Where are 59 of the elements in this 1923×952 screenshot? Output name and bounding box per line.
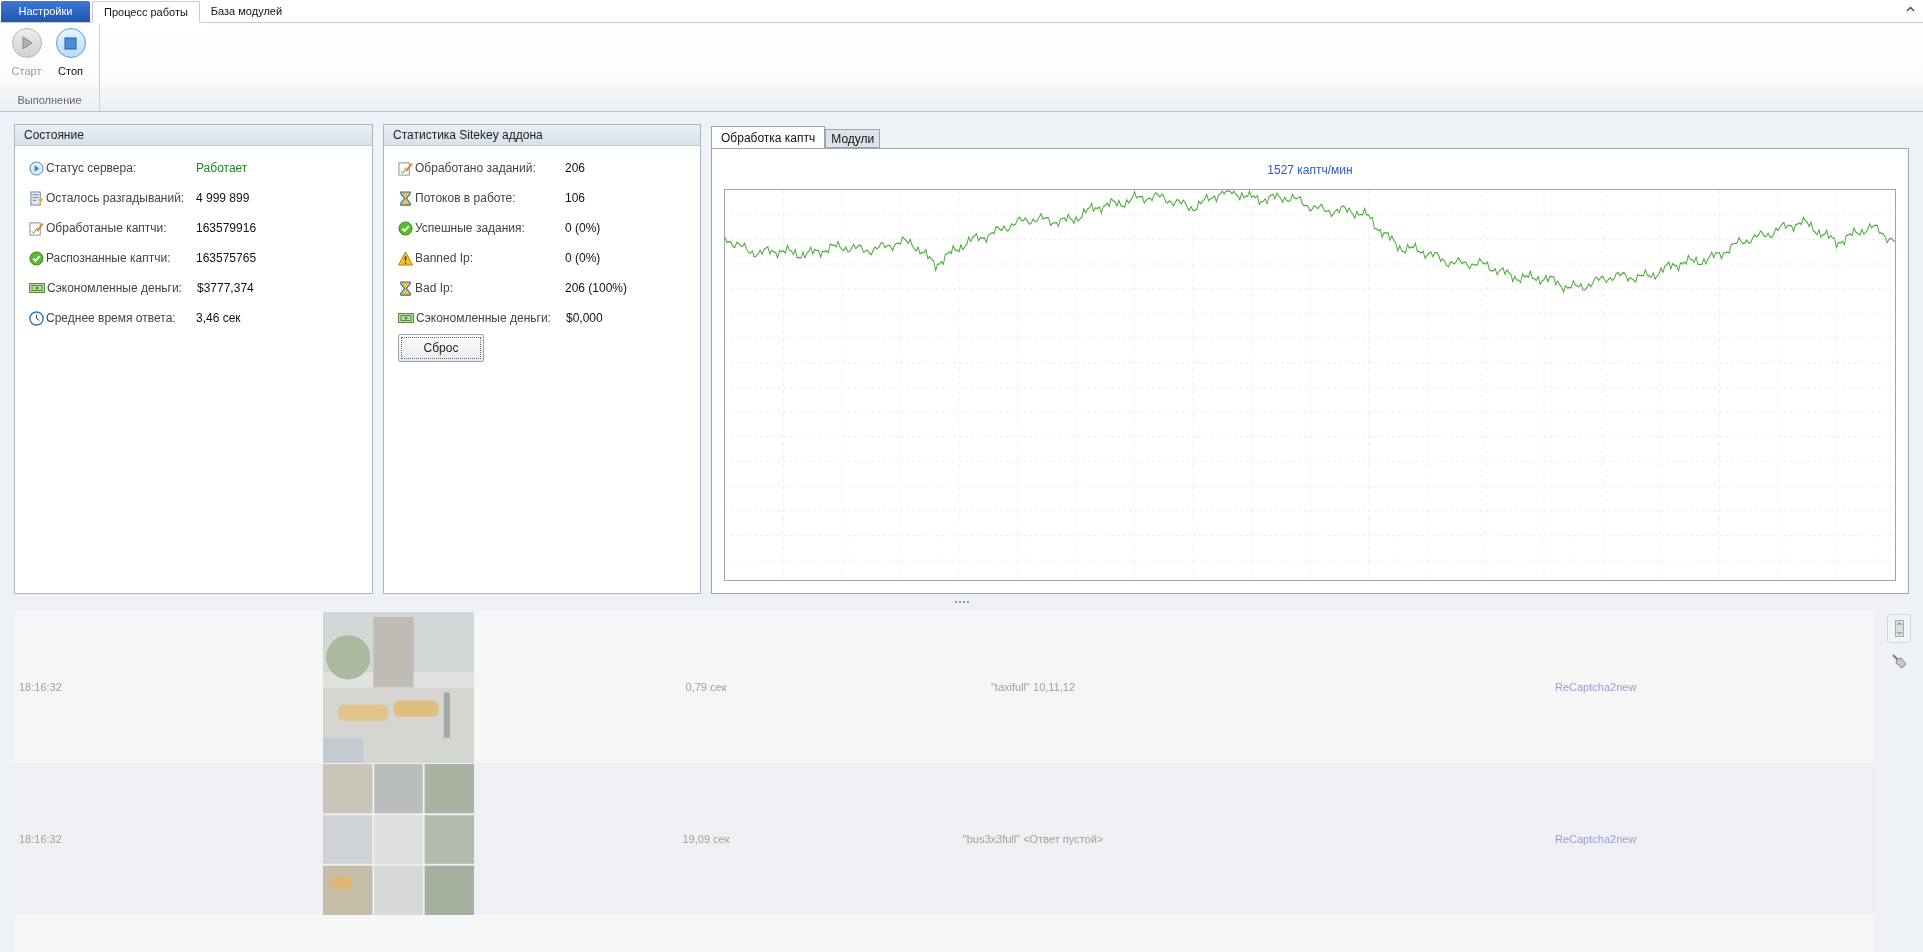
clock-icon [29,310,44,326]
field-value: 0 (0%) [565,220,601,237]
field-label: Сэкономленные деньги: [416,310,552,327]
field-value: 163579916 [196,220,257,237]
play-icon [29,160,44,176]
broom-icon[interactable] [1891,653,1907,669]
check-icon [398,220,413,236]
field-value: 163575765 [196,250,257,267]
field-label: Распознанные каптчи: [46,250,172,267]
banknote-icon [29,282,45,294]
field-value: 206 (100%) [565,280,628,297]
field-label: Обработано заданий: [415,160,537,177]
field-label: Обработаные каптчи: [46,220,168,237]
field-label: Успешные задания: [415,220,526,237]
ribbon-tab[interactable]: База модулей [199,0,294,22]
play-icon [20,36,33,50]
chart-title: 1527 каптч/мин [1267,162,1353,179]
field-value: $3777,374 [197,280,254,297]
log-time: 18:16:32 [18,679,63,695]
field-label: Bad Ip: [415,280,455,297]
banknote-icon [398,312,414,324]
log-time: 18:16:32 [18,831,63,847]
panel-header: Статистика Sitekey аддона [384,125,700,146]
chart-tab[interactable]: Обработка каптч [711,126,826,149]
pencil-note-icon [398,160,413,176]
pencil-note-icon [29,220,44,236]
group-label: Выполнение [17,92,82,108]
field-value: 3,46 сек [196,310,241,327]
hourglass-icon [398,280,413,296]
field-label: Среднее время ответа: [46,310,177,327]
log-duration: 0,79 сек [684,679,728,695]
stop-icon [64,36,77,50]
field-label: Сэкономленные деньги: [47,280,183,297]
document-icon [29,190,44,206]
reset-button[interactable]: Сброс [398,334,484,362]
field-value: 106 [565,190,586,207]
scroll-icon [1894,620,1904,637]
autoscroll-button[interactable] [1887,614,1911,643]
field-label: Осталось разгадываний: [46,190,186,207]
log-answer: "bus3x3full" <Ответ пустой> [961,831,1105,847]
field-value: 0 (0%) [565,250,601,267]
log-duration: 19,09 сек [681,831,731,847]
field-value: Работает [196,160,248,177]
warning-icon [398,250,413,266]
field-label: Banned Ip: [415,250,475,267]
collapse-icon[interactable] [1906,6,1915,12]
app-menu-button[interactable]: Настройки [1,1,90,22]
field-value: 206 [565,160,586,177]
chart-tab[interactable]: Модули [825,129,881,148]
field-label: Потоков в работе: [415,190,517,207]
grip-icon[interactable] [954,601,969,604]
field-label: Статус сервера: [46,160,138,177]
field-value: $0,000 [566,310,603,327]
ribbon-tab[interactable]: Процесс работы [92,1,200,23]
log-answer: "taxifull" 10,11,12 [989,679,1076,695]
panel-header: Состояние [15,125,372,146]
check-icon [29,250,44,266]
field-value: 4 999 899 [196,190,250,207]
hourglass-icon [398,190,413,206]
